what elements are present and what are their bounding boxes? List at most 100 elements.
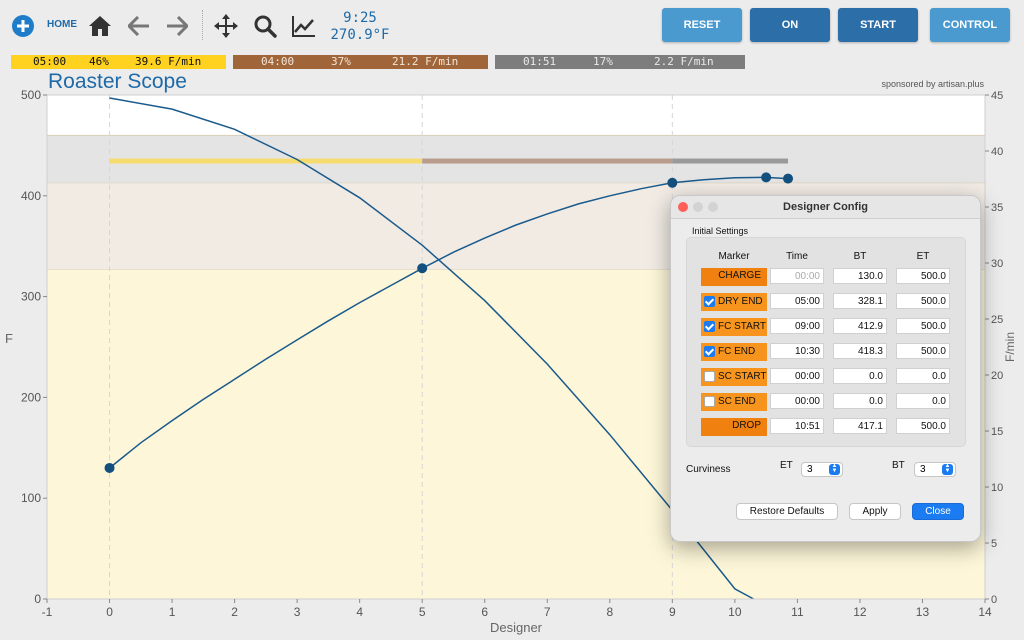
curviness-et-label: ET (780, 460, 793, 471)
et-field[interactable]: 0.0 (896, 393, 950, 409)
toolbar: HOME 9:25 270.9°F RESET ON START CONTROL (0, 0, 1024, 54)
bt-marker-point-1[interactable] (417, 263, 428, 274)
bt-marker-point-3[interactable] (761, 172, 772, 183)
apply-button[interactable]: Apply (849, 503, 901, 520)
dialog-titlebar[interactable]: Designer Config (671, 196, 980, 219)
x-tick-label: 4 (356, 605, 363, 619)
et-field[interactable]: 0.0 (896, 368, 950, 384)
time-field[interactable]: 09:00 (770, 318, 824, 334)
marker-checkbox[interactable] (704, 296, 715, 307)
pan-icon[interactable] (211, 8, 241, 44)
x-tick-label: -1 (42, 605, 53, 619)
bt-field[interactable]: 328.1 (833, 293, 887, 309)
back-arrow-icon[interactable] (125, 8, 153, 44)
marker-checkbox[interactable] (704, 321, 715, 332)
x-tick-label: 6 (481, 605, 488, 619)
marker-label-text: DRY END (718, 296, 763, 307)
y-tick-label: 500 (21, 88, 41, 102)
phase-percent: 46% (89, 55, 109, 68)
close-button[interactable]: Close (912, 503, 964, 520)
add-icon[interactable] (10, 8, 36, 44)
et-field[interactable]: 500.0 (896, 418, 950, 434)
y2-tick-label: 35 (991, 202, 1003, 214)
header-bt: BT (853, 251, 867, 262)
et-field[interactable]: 500.0 (896, 343, 950, 359)
x-tick-label: 12 (853, 605, 867, 619)
marker-checkbox[interactable] (704, 396, 715, 407)
marker-checkbox[interactable] (704, 346, 715, 357)
header-marker: Marker (718, 251, 750, 262)
curviness-bt-label: BT (892, 460, 905, 471)
marker-label-fc-start[interactable]: FC START (701, 318, 767, 336)
marker-checkbox[interactable] (704, 371, 715, 382)
marker-label-fc-end[interactable]: FC END (701, 343, 767, 361)
curviness-label: Curviness (686, 464, 731, 475)
marker-row: FC END 10:30 418.3 500.0 (687, 343, 965, 363)
restore-defaults-button[interactable]: Restore Defaults (736, 503, 838, 520)
phase-bar-segment-1 (422, 158, 673, 164)
y-tick-label: 0 (34, 592, 41, 606)
time-field[interactable]: 10:51 (770, 418, 824, 434)
time-field[interactable]: 05:00 (770, 293, 824, 309)
marker-label-text: FC END (718, 346, 756, 357)
lcd-temp-value: 270.9°F (330, 27, 390, 43)
y2-tick-label: 30 (991, 258, 1003, 270)
phase-rate: 2.2 F/min (654, 55, 714, 68)
phase-time: 04:00 (261, 55, 295, 68)
bt-field[interactable]: 417.1 (833, 418, 887, 434)
marker-label-sc-end[interactable]: SC END (701, 393, 767, 411)
start-button[interactable]: START (838, 8, 918, 42)
marker-row: SC START 00:00 0.0 0.0 (687, 368, 965, 388)
bt-marker-point-2[interactable] (667, 177, 678, 188)
stepper-arrows-icon[interactable]: ▲ ▼ (829, 463, 840, 475)
on-button[interactable]: ON (750, 8, 830, 42)
marker-label-text: SC END (718, 396, 756, 407)
bt-marker-point-0[interactable] (104, 462, 115, 473)
toolbar-separator (202, 10, 204, 40)
lcd-time-value: 9:25 (343, 10, 377, 26)
chart-title: Roaster Scope (48, 70, 187, 93)
y2-tick-label: 40 (991, 146, 1003, 158)
et-field[interactable]: 500.0 (896, 318, 950, 334)
x-tick-label: 8 (606, 605, 613, 619)
y2-tick-label: 10 (991, 482, 1003, 494)
y-tick-label: 400 (21, 189, 41, 203)
home-label[interactable]: HOME (47, 19, 77, 30)
phase-rate: 21.2 F/min (392, 55, 459, 68)
marker-row: DROP 10:51 417.1 500.0 (687, 418, 965, 438)
bt-field[interactable]: 0.0 (833, 393, 887, 409)
y-axis-left-label: F (5, 331, 13, 346)
lcd-display: 9:25 270.9°F (300, 10, 420, 44)
control-button[interactable]: CONTROL (930, 8, 1010, 42)
y2-tick-label: 20 (991, 370, 1003, 382)
bt-field[interactable]: 130.0 (833, 268, 887, 284)
home-icon[interactable] (86, 8, 114, 44)
marker-row: CHARGE 00:00 130.0 500.0 (687, 268, 965, 288)
reset-button[interactable]: RESET (662, 8, 742, 42)
et-field[interactable]: 500.0 (896, 268, 950, 284)
y-tick-label: 200 (21, 390, 41, 404)
marker-label-sc-start[interactable]: SC START (701, 368, 767, 386)
zoom-icon[interactable] (251, 8, 279, 44)
sponsor-label[interactable]: sponsored by artisan.plus (881, 79, 984, 89)
curviness-bt-spinbox[interactable]: 3 ▲ ▼ (914, 462, 956, 477)
y-tick-label: 100 (21, 491, 41, 505)
phase-time: 05:00 (33, 55, 67, 68)
marker-label-dry-end[interactable]: DRY END (701, 293, 767, 311)
bt-field[interactable]: 412.9 (833, 318, 887, 334)
x-tick-label: 5 (419, 605, 426, 619)
marker-row: DRY END 05:00 328.1 500.0 (687, 293, 965, 313)
initial-settings-group: Marker Time BT ET CHARGE 00:00 130.0 500.0 D… (686, 237, 966, 447)
time-field[interactable]: 00:00 (770, 368, 824, 384)
time-field[interactable]: 00:00 (770, 393, 824, 409)
curviness-et-spinbox[interactable]: 3 ▲ ▼ (801, 462, 843, 477)
stepper-arrows-icon[interactable]: ▲ ▼ (942, 463, 953, 475)
et-field[interactable]: 500.0 (896, 293, 950, 309)
time-field[interactable]: 10:30 (770, 343, 824, 359)
phase-percent: 17% (593, 55, 613, 68)
bt-field[interactable]: 418.3 (833, 343, 887, 359)
bt-field[interactable]: 0.0 (833, 368, 887, 384)
bt-marker-point-4[interactable] (783, 173, 794, 184)
forward-arrow-icon[interactable] (163, 8, 191, 44)
x-tick-label: 11 (791, 605, 804, 619)
